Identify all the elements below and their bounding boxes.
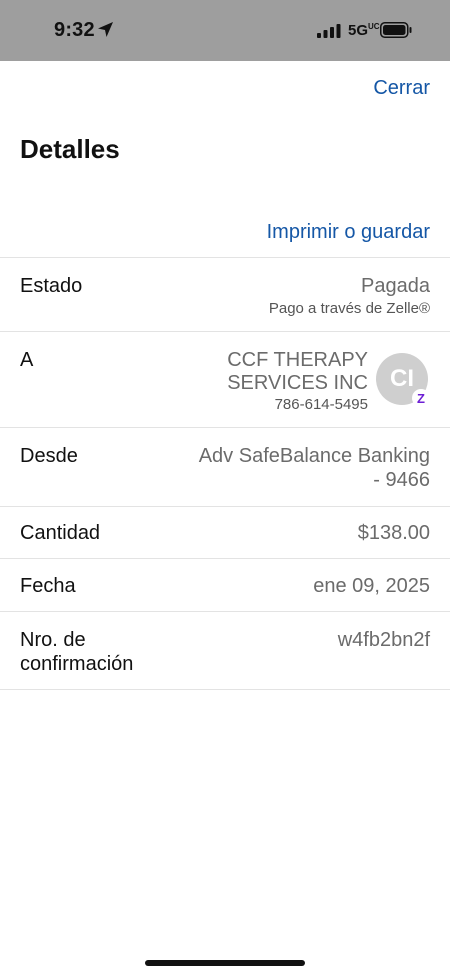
close-button[interactable]: Cerrar [373, 77, 430, 100]
divider [0, 331, 450, 332]
from-label: Desde [20, 445, 78, 467]
recipient-phone: 786-614-5495 [274, 396, 368, 413]
date-value: ene 09, 2025 [313, 575, 430, 597]
payment-method-note: Pago a través de Zelle® [268, 300, 430, 317]
confirmation-number: w4fb2bn2f [337, 629, 430, 651]
date-label: Fecha [20, 575, 76, 597]
amount-value: $138.00 [357, 522, 430, 544]
divider [0, 611, 450, 612]
status-time: 9:32 [54, 19, 95, 41]
battery-icon [380, 22, 412, 38]
status-value: Pagada [361, 275, 430, 297]
amount-label: Cantidad [20, 522, 101, 544]
print-or-save-link[interactable]: Imprimir o guardar [267, 221, 430, 244]
page-title: Detalles [20, 134, 120, 164]
confirmation-label-line1: Nro. de [20, 629, 86, 651]
status-bar: 9:32 5GUC [0, 0, 450, 61]
zelle-badge-letter: Z [417, 390, 425, 406]
avatar-initials: CI [390, 365, 414, 392]
confirmation-label-line2: confirmación [20, 653, 134, 675]
from-account-line1: Adv SafeBalance Banking [198, 445, 430, 467]
recipient-name-line2: SERVICES INC [227, 372, 368, 394]
home-indicator[interactable] [145, 960, 305, 966]
zelle-icon: Z [412, 389, 430, 407]
recipient-label: A [20, 349, 34, 371]
network-type-label: 5GUC [348, 22, 380, 39]
divider [0, 506, 450, 507]
location-arrow-icon [98, 22, 113, 37]
divider [0, 427, 450, 428]
cellular-signal-icon [317, 24, 341, 38]
divider [0, 689, 450, 690]
status-label: Estado [20, 275, 83, 297]
divider [0, 558, 450, 559]
divider [0, 257, 450, 258]
from-account-line2: - 9466 [373, 469, 430, 491]
